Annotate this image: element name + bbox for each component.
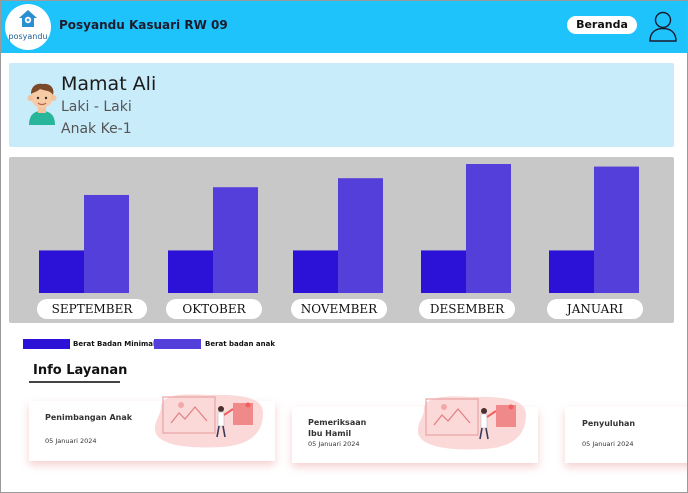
bar-januari-child xyxy=(594,166,639,293)
legend-swatch-minimum xyxy=(23,339,70,349)
month-label-desember: DESEMBER xyxy=(419,299,515,319)
user-outline-icon[interactable] xyxy=(648,10,678,42)
bar-september-child xyxy=(84,194,129,293)
service-date: 05 Januari 2024 xyxy=(582,440,634,448)
section-title-info-layanan: Info Layanan xyxy=(33,363,128,378)
child-profile-card: Mamat Ali Laki - Laki Anak Ke-1 xyxy=(9,63,674,147)
service-card-pemeriksaan[interactable]: Pemeriksaan Ibu Hamil 05 Januari 2024 xyxy=(292,396,538,463)
posyandu-logo[interactable]: posyandu xyxy=(5,4,51,50)
app-frame: posyandu Posyandu Kasuari RW 09 Beranda … xyxy=(0,0,688,493)
bar-desember-child xyxy=(466,164,511,293)
bar-september-minimum xyxy=(39,250,84,293)
legend-label-minimum: Berat Badan Minimal xyxy=(73,340,156,348)
presentation-illustration-icon xyxy=(418,396,526,450)
month-label-september: SEPTEMBER xyxy=(37,299,147,319)
child-gender: Laki - Laki xyxy=(61,99,132,115)
service-card-penimbangan[interactable]: Penimbangan Anak 05 Januari 2024 xyxy=(29,394,275,461)
bar-oktober-minimum xyxy=(168,250,213,293)
service-title: Penyuluhan xyxy=(582,419,636,428)
service-date: 05 Januari 2024 xyxy=(308,440,360,448)
boy-avatar-icon xyxy=(27,83,57,125)
service-title: Pemeriksaan Ibu Hamil xyxy=(308,418,367,438)
month-label-januari: JANUARI xyxy=(547,299,643,319)
child-order: Anak Ke-1 xyxy=(61,121,132,137)
service-card-penyuluhan[interactable]: Penyuluhan 05 Januari 2024 xyxy=(565,407,687,463)
top-bar: posyandu Posyandu Kasuari RW 09 Beranda xyxy=(1,1,687,53)
month-label-november: NOVEMBER xyxy=(291,299,387,319)
logo-text: posyandu xyxy=(8,32,48,41)
bar-desember-minimum xyxy=(421,250,466,293)
app-title: Posyandu Kasuari RW 09 xyxy=(59,18,228,32)
presentation-illustration-icon xyxy=(155,394,263,448)
bar-november-minimum xyxy=(293,250,338,293)
weight-chart: SEPTEMBER OKTOBER NOVEMBER DESEMBER JANUARI xyxy=(9,157,674,323)
legend-label-child: Berat badan anak xyxy=(205,340,276,348)
legend-swatch-child xyxy=(154,339,201,349)
section-underline xyxy=(29,381,120,383)
bar-oktober-child xyxy=(213,187,258,293)
child-name: Mamat Ali xyxy=(61,73,157,95)
beranda-button[interactable]: Beranda xyxy=(567,16,637,34)
logo-house-icon xyxy=(19,10,37,27)
bar-januari-minimum xyxy=(549,250,594,293)
month-label-oktober: OKTOBER xyxy=(166,299,262,319)
service-title: Penimbangan Anak xyxy=(45,413,133,422)
service-date: 05 Januari 2024 xyxy=(45,437,97,445)
bar-november-child xyxy=(338,178,383,293)
